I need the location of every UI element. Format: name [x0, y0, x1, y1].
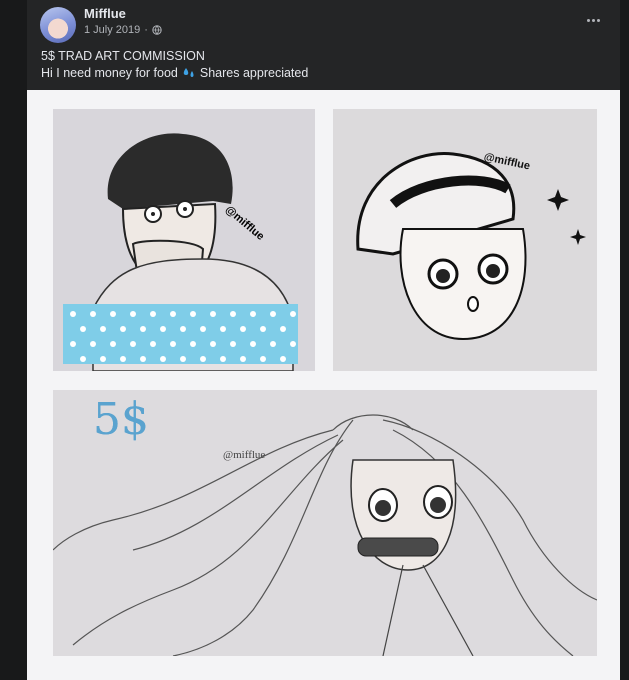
post-date[interactable]: 1 July 2019	[84, 24, 140, 36]
post-meta: 1 July 2019 ·	[84, 24, 162, 36]
artwork-panel-long-hair-girl: 5$ @mifflue 5$	[53, 390, 597, 656]
artwork-boy-drawing: @mifflue	[63, 133, 298, 371]
post-text-line-2: Hi I need money for food Shares apprecia…	[41, 66, 308, 80]
post-image[interactable]: @mifflue @mifflue 5$ @mifflue 5$	[27, 90, 620, 680]
watermark-1: @mifflue	[223, 204, 267, 243]
artwork-panel-boy-eating: @mifflue	[53, 109, 315, 371]
price-label-overlay: 5$	[93, 394, 149, 445]
sweat-droplets-icon	[183, 68, 194, 77]
facebook-post-card: Mifflue 1 July 2019 · 5$ TRAD ART COMMIS…	[27, 0, 620, 680]
post-text-line-1: 5$ TRAD ART COMMISSION	[41, 49, 205, 63]
avatar[interactable]	[40, 7, 76, 43]
more-options-icon[interactable]	[582, 10, 604, 30]
post-author-name[interactable]: Mifflue	[84, 6, 126, 21]
post-text-line-2-end: Shares appreciated	[199, 66, 309, 80]
artwork-girl-drawing: @mifflue	[356, 151, 586, 341]
meta-separator: ·	[144, 24, 148, 36]
post-text-line-2-start: Hi I need money for food	[41, 66, 178, 80]
globe-icon	[152, 25, 162, 35]
artwork-panel-girl-hat: @mifflue	[333, 109, 597, 371]
watermark-3: @mifflue	[223, 449, 265, 461]
